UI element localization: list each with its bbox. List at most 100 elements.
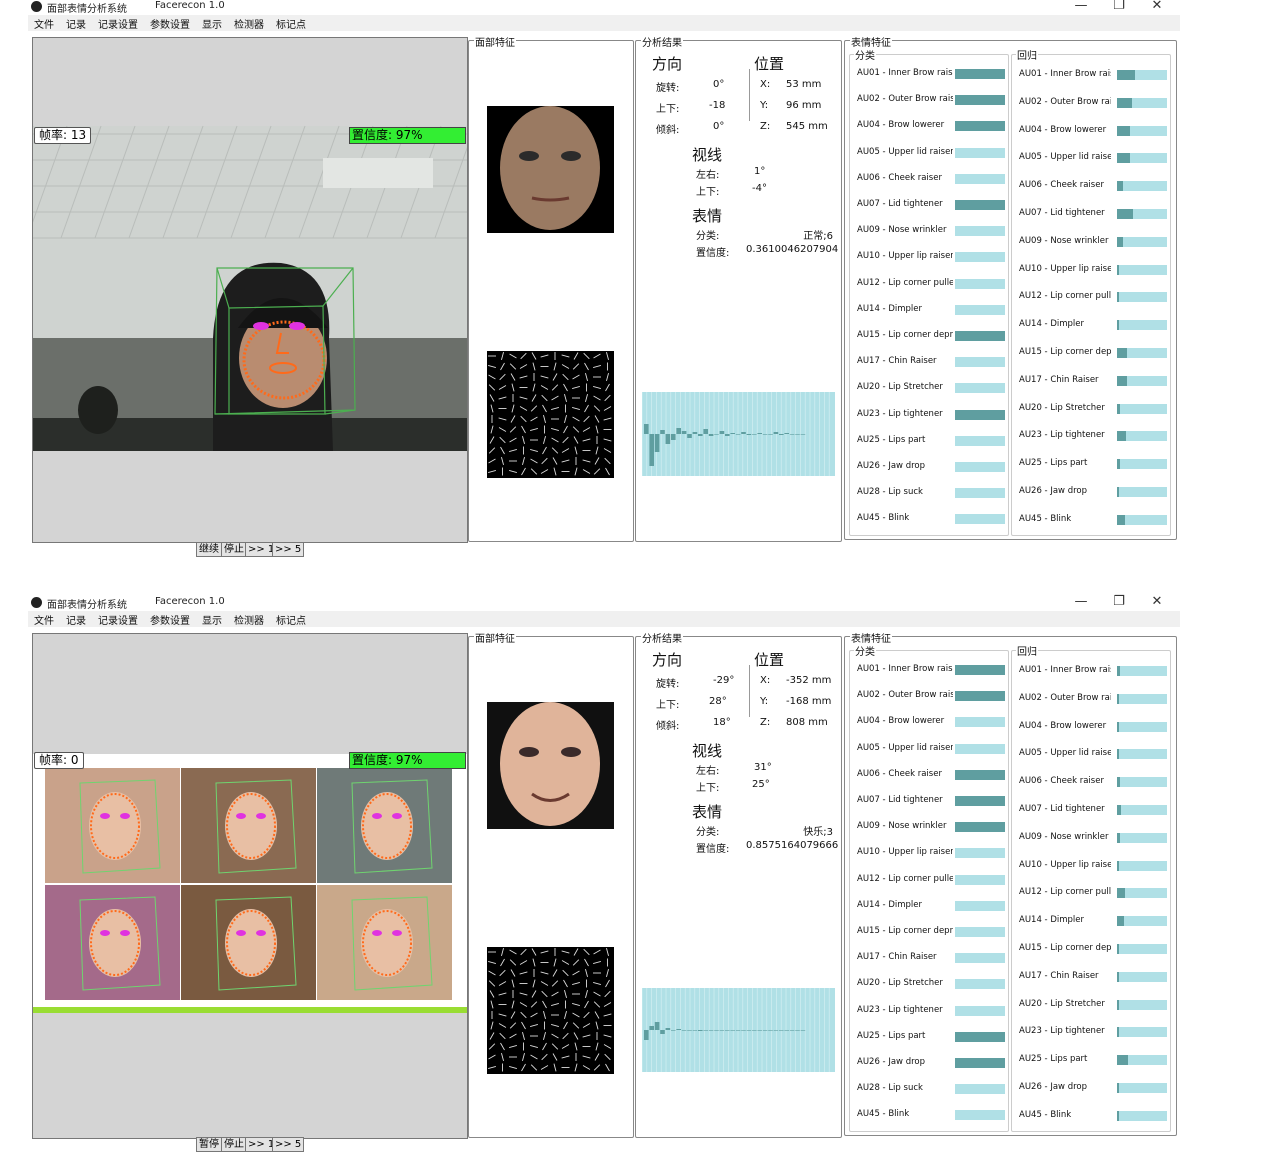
- au-label: AU14 - Dimpler: [1019, 915, 1084, 926]
- au-label: AU25 - Lips part: [857, 434, 926, 445]
- au-bar: [955, 1084, 1005, 1095]
- menu-item[interactable]: 检测器: [234, 16, 264, 31]
- menu-item[interactable]: 记录: [66, 16, 86, 31]
- au-label: AU06 - Cheek raiser: [857, 172, 942, 183]
- fps-label: 帧率: 0: [34, 752, 84, 769]
- gaze-ud-label: 上下:: [696, 187, 720, 198]
- playback-button[interactable]: 停止: [221, 542, 247, 557]
- au-bar: [1117, 320, 1167, 331]
- au-bar: [955, 927, 1005, 937]
- au-class-row: AU28 - Lip suck: [857, 487, 1005, 499]
- y-value: -168 mm: [786, 696, 832, 707]
- au-reg-row: AU09 - Nose wrinkler: [1019, 832, 1167, 844]
- au-bar-fill: [1117, 348, 1127, 358]
- au-bar: [1117, 431, 1167, 442]
- expr-class-value: 正常;6: [803, 231, 833, 242]
- menu-item[interactable]: 显示: [202, 612, 222, 627]
- menu-item[interactable]: 记录设置: [98, 16, 138, 31]
- menu-item[interactable]: 参数设置: [150, 612, 190, 627]
- rotation-label: 旋转:: [656, 679, 680, 690]
- expr-class-value: 快乐;3: [803, 827, 833, 838]
- au-class-row: AU09 - Nose wrinkler: [857, 821, 1005, 833]
- au-label: AU09 - Nose wrinkler: [1019, 235, 1109, 246]
- title-bar: 面部表情分析系统 Facerecon 1.0 — ❐ ✕: [0, 594, 1180, 611]
- playback-button[interactable]: >> 5: [272, 542, 305, 557]
- playback-button[interactable]: 继续: [196, 542, 222, 557]
- au-bar: [1117, 236, 1167, 247]
- y-value: 96 mm: [786, 100, 822, 111]
- au-bar-fill: [1117, 666, 1120, 676]
- au-label: AU05 - Upper lid raiser: [857, 146, 953, 157]
- au-bar: [1117, 1110, 1167, 1121]
- au-label: AU26 - Jaw drop: [857, 461, 925, 471]
- au-reg-row: AU05 - Upper lid raiser: [1019, 152, 1167, 164]
- aligned-face-image: [487, 702, 614, 829]
- au-class-row: AU05 - Upper lid raiser: [857, 743, 1005, 755]
- close-icon[interactable]: ✕: [1148, 0, 1166, 13]
- au-label: AU15 - Lip corner depressor: [1019, 347, 1111, 357]
- menu-item[interactable]: 标记点: [276, 612, 306, 627]
- menu-item[interactable]: 显示: [202, 16, 222, 31]
- au-label: AU17 - Chin Raiser: [1019, 970, 1099, 981]
- au-reg-row: AU23 - Lip tightener: [1019, 1026, 1167, 1038]
- au-bar-fill: [955, 200, 1005, 210]
- menu-bar: 文件 记录 记录设置 参数设置 显示 检测器 标记点: [28, 15, 1180, 31]
- au-reg-row: AU10 - Upper lip raiser: [1019, 860, 1167, 872]
- au-bar-fill: [955, 1058, 1005, 1068]
- au-class-row: AU07 - Lid tightener: [857, 795, 1005, 807]
- au-bar-fill: [1117, 97, 1132, 108]
- au-class-row: AU07 - Lid tightener: [857, 199, 1005, 211]
- au-label: AU28 - Lip suck: [857, 487, 923, 498]
- au-bar: [1117, 944, 1167, 954]
- playback-button[interactable]: >> 5: [272, 1137, 305, 1152]
- au-bar: [1117, 403, 1167, 414]
- position-heading: 位置: [754, 651, 785, 669]
- au-bar: [1117, 487, 1167, 497]
- menu-item[interactable]: 记录: [66, 612, 86, 627]
- expr-conf-value: 0.8575164079666: [746, 840, 839, 851]
- restore-icon[interactable]: ❐: [1110, 594, 1128, 609]
- minimize-icon[interactable]: —: [1072, 0, 1090, 13]
- au-bar-fill: [1117, 971, 1119, 982]
- menu-item[interactable]: 参数设置: [150, 16, 190, 31]
- restore-icon[interactable]: ❐: [1110, 0, 1128, 13]
- menu-item[interactable]: 文件: [34, 612, 54, 627]
- au-bar: [955, 514, 1005, 525]
- video-panel: 帧率: 0 置信度: 97%: [32, 633, 468, 1139]
- menu-item[interactable]: 标记点: [276, 16, 306, 31]
- menu-item[interactable]: 检测器: [234, 612, 264, 627]
- au-bar: [1117, 70, 1167, 80]
- au-label: AU07 - Lid tightener: [1019, 208, 1105, 218]
- au-label: AU25 - Lips part: [857, 1030, 926, 1041]
- au-bar-fill: [1117, 125, 1130, 136]
- au-label: AU01 - Inner Brow raise: [857, 68, 953, 78]
- au-bar: [955, 200, 1005, 210]
- au-bar-fill: [1117, 1027, 1119, 1038]
- roll-value: 0°: [713, 121, 725, 132]
- au-bar-fill: [1117, 805, 1121, 815]
- au-label: AU04 - Brow lowerer: [857, 120, 945, 131]
- analysis-panel: 分析结果 方向 位置 旋转: 0° 上下: -18 倾斜: 0° X: 53 mm Y: 96 mm Z:…: [635, 34, 842, 542]
- au-label: AU10 - Upper lip raiser: [857, 847, 953, 858]
- au-reg-row: AU23 - Lip tightener: [1019, 430, 1167, 442]
- au-label: AU17 - Chin Raiser: [1019, 374, 1099, 385]
- au-bar: [1117, 1055, 1167, 1066]
- au-bar: [1117, 459, 1167, 470]
- au-bar-fill: [955, 691, 1005, 702]
- menu-item[interactable]: 文件: [34, 16, 54, 31]
- playback-button[interactable]: 停止: [221, 1137, 247, 1152]
- au-bar: [955, 743, 1005, 754]
- au-label: AU23 - Lip tightener: [857, 408, 943, 419]
- minimize-icon[interactable]: —: [1072, 594, 1090, 609]
- au-label: AU12 - Lip corner puller: [857, 277, 953, 288]
- playback-button[interactable]: 暂停: [196, 1137, 222, 1152]
- expr-class-label: 分类:: [696, 827, 720, 838]
- menu-item[interactable]: 记录设置: [98, 612, 138, 627]
- au-label: AU45 - Blink: [1019, 1109, 1072, 1120]
- au-label: AU23 - Lip tightener: [1019, 1026, 1105, 1037]
- panel-title: 面部特征: [474, 630, 516, 645]
- close-icon[interactable]: ✕: [1148, 594, 1166, 609]
- au-bar: [955, 462, 1005, 472]
- pitch-value: -18: [709, 100, 726, 111]
- au-bar: [1117, 264, 1167, 275]
